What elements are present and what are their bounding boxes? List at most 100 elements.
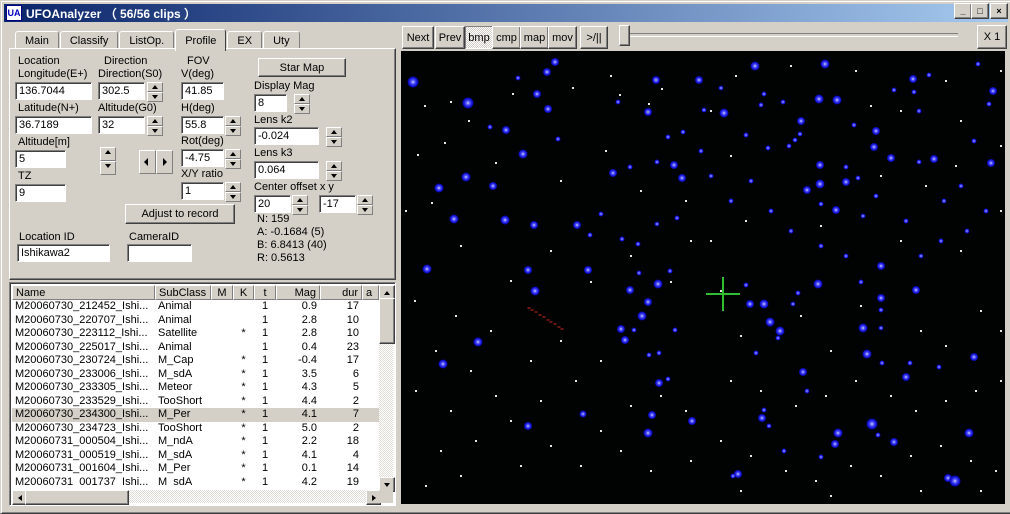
spin-up-icon[interactable] (147, 116, 163, 126)
fov-xy-input[interactable] (181, 182, 224, 200)
tz-input[interactable] (15, 184, 66, 202)
toolbar-button-Next[interactable]: Next (402, 26, 434, 49)
table-row[interactable]: M20060731_000504_Ishi... M_ndA * 1 2.2 18 (12, 435, 381, 449)
tab-ex[interactable]: EX (227, 31, 263, 49)
detected-star (620, 450, 622, 452)
column-header-t[interactable]: t (254, 285, 276, 300)
table-row[interactable]: M20060730_230724_Ishi... M_Cap * 1 -0.4 17 (12, 354, 381, 368)
table-row[interactable]: M20060730_225017_Ishi... Animal 1 0.4 23 (12, 341, 381, 355)
detected-star (640, 190, 642, 192)
toolbar-button-[interactable]: >/|| (580, 26, 608, 49)
toolbar-button-Prev[interactable]: Prev (435, 26, 465, 49)
spin-down-icon[interactable] (147, 126, 163, 136)
detected-star (510, 280, 512, 282)
app-icon[interactable]: UA (6, 5, 22, 21)
spin-up-icon[interactable] (292, 195, 308, 205)
column-header-mag[interactable]: Mag (276, 285, 320, 300)
minimize-button[interactable]: _ (954, 3, 972, 19)
tab-uty[interactable]: Uty (263, 31, 300, 49)
column-header-m[interactable]: M (211, 285, 233, 300)
table-row[interactable]: M20060731_001737_Ishi... M_sdA * 1 4.2 19 (12, 476, 381, 487)
fov-rot-spinner (225, 149, 241, 169)
tab-profile[interactable]: Profile (175, 29, 227, 51)
table-row[interactable]: M20060730_233305_Ishi... Meteor * 1 4.3 5 (12, 381, 381, 395)
lens-k3-input[interactable] (254, 161, 319, 179)
latitude-input[interactable] (15, 116, 92, 134)
nudge-right-icon[interactable] (156, 150, 173, 174)
title-bar[interactable]: UA UFOAnalyzer （ 56/56 clips ） (4, 4, 1008, 22)
spin-down-icon[interactable] (225, 159, 241, 169)
maximize-button[interactable]: □ (971, 3, 989, 19)
spin-down-icon[interactable] (225, 126, 241, 136)
fov-h-input[interactable] (181, 116, 224, 134)
spin-up-icon[interactable] (357, 195, 373, 205)
table-row[interactable]: M20060730_223112_Ishi... Satellite * 1 2.8 10 (12, 327, 381, 341)
table-row[interactable]: M20060730_233006_Ishi... M_sdA * 1 3.5 6 (12, 368, 381, 382)
column-header-k[interactable]: K (233, 285, 254, 300)
column-header-subclass[interactable]: SubClass (155, 285, 211, 300)
tab-main[interactable]: Main (15, 31, 59, 49)
frame-slider-thumb[interactable] (619, 25, 630, 46)
spin-up-icon[interactable] (225, 182, 241, 192)
table-row[interactable]: M20060730_212452_Ishi... Animal 1 0.9 17 (12, 300, 381, 314)
spin-down-icon[interactable] (294, 104, 310, 114)
nudge-left-icon[interactable] (139, 150, 156, 174)
catalog-star (708, 173, 714, 179)
spin-up-icon[interactable] (225, 149, 241, 159)
spin-down-icon[interactable] (326, 137, 342, 147)
spin-down-icon[interactable] (292, 205, 308, 215)
catalog-star (487, 124, 493, 130)
toolbar-button-map[interactable]: map (520, 26, 549, 49)
vertical-scrollbar-thumb[interactable] (379, 298, 395, 344)
star-map-button[interactable]: Star Map (258, 58, 346, 77)
tab-listop[interactable]: ListOp. (119, 31, 175, 49)
star-map[interactable] (401, 51, 1005, 504)
catalog-star (903, 218, 909, 224)
camera-id-input[interactable] (127, 244, 192, 262)
column-header-name[interactable]: Name (12, 285, 155, 300)
center-offset-y-input[interactable] (319, 195, 356, 213)
spin-up-icon[interactable] (326, 127, 342, 137)
spin-up-icon[interactable] (147, 82, 163, 92)
tab-classify[interactable]: Classify (59, 31, 119, 49)
zoom-button[interactable]: X 1 (977, 25, 1007, 49)
fov-rot-input[interactable] (181, 149, 224, 167)
fov-v-input[interactable] (181, 82, 224, 100)
spin-down-icon[interactable] (357, 205, 373, 215)
table-row[interactable]: M20060731_000519_Ishi... M_sdA * 1 4.1 4 (12, 449, 381, 463)
direction-s0-input[interactable] (98, 82, 145, 100)
frame-slider-track[interactable] (623, 33, 958, 37)
spin-up-icon[interactable] (326, 161, 342, 171)
altitude-m-input[interactable] (15, 150, 66, 168)
lens-k2-input[interactable] (254, 127, 319, 145)
nudge-down-icon[interactable] (100, 161, 116, 175)
adjust-to-record-button[interactable]: Adjust to record (125, 204, 235, 224)
table-row[interactable]: M20060730_234300_Ishi... M_Per * 1 4.1 7 (12, 408, 381, 422)
table-row[interactable]: M20060730_233529_Ishi... TooShort * 1 4.4 2 (12, 395, 381, 409)
catalog-star (502, 126, 510, 134)
column-header-a[interactable]: a (362, 285, 379, 300)
close-button[interactable]: × (990, 3, 1008, 19)
spin-up-icon[interactable] (294, 94, 310, 104)
spin-down-icon[interactable] (147, 92, 163, 102)
location-id-input[interactable] (17, 244, 110, 262)
center-offset-x-input[interactable] (254, 195, 291, 213)
table-cell: * (241, 475, 246, 487)
display-mag-input[interactable] (254, 94, 287, 112)
spin-up-icon[interactable] (225, 116, 241, 126)
toolbar-button-bmp[interactable]: bmp (465, 26, 493, 49)
direction-g0-input[interactable] (98, 116, 145, 134)
table-row[interactable]: M20060730_234723_Ishi... TooShort * 1 5.0 2 (12, 422, 381, 436)
nudge-up-icon[interactable] (100, 147, 116, 161)
spin-down-icon[interactable] (225, 192, 241, 202)
toolbar-button-cmp[interactable]: cmp (492, 26, 521, 49)
column-header-dur[interactable]: dur (320, 285, 362, 300)
horizontal-scrollbar-thumb[interactable] (25, 490, 129, 505)
table-cell: 1 (261, 394, 269, 407)
spin-down-icon[interactable] (326, 171, 342, 181)
table-row[interactable]: M20060730_220707_Ishi... Animal 1 2.8 10 (12, 314, 381, 328)
table-row[interactable]: M20060731_001604_Ishi... M_Per * 1 0.1 14 (12, 462, 381, 476)
table-cell: M_Cap (158, 354, 194, 366)
toolbar-button-mov[interactable]: mov (548, 26, 577, 49)
longitude-input[interactable] (15, 82, 92, 100)
